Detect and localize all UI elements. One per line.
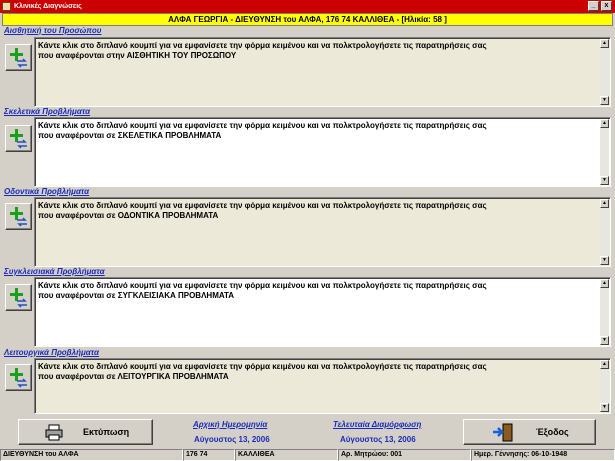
swap-arrows-icon (17, 217, 27, 227)
app-icon (2, 2, 11, 11)
swap-arrows-icon (17, 378, 27, 388)
notes-text: Κάντε κλικ στο διπλανό κουμπί για να εμφ… (38, 281, 487, 300)
notes-field-functional[interactable]: Κάντε κλικ στο διπλανό κουμπί για να εμφ… (34, 358, 611, 414)
initial-date-value: Αύγουστος 13, 2006 (194, 435, 270, 444)
status-registry-number: Αρ. Μητρώου: 001 (338, 449, 471, 461)
scroll-down-arrow-icon[interactable]: ▼ (600, 256, 609, 265)
window-title: Κλινικές Διαγνώσεις (14, 3, 82, 10)
printer-icon (45, 424, 63, 441)
scroll-down-arrow-icon[interactable]: ▼ (600, 176, 609, 185)
scroll-down-arrow-icon[interactable]: ▼ (600, 336, 609, 345)
notes-field-aesthetics[interactable]: Κάντε κλικ στο διπλανό κουμπί για να εμφ… (34, 37, 611, 107)
print-button-label: Εκτύπωση (83, 427, 130, 437)
add-note-button-aesthetics[interactable] (5, 44, 32, 71)
notes-field-dental[interactable]: Κάντε κλικ στο διπλανό κουμπί για να εμφ… (34, 197, 611, 267)
notes-text: Κάντε κλικ στο διπλανό κουμπί για να εμφ… (38, 121, 487, 140)
notes-field-occlusal[interactable]: Κάντε κλικ στο διπλανό κουμπί για να εμφ… (34, 277, 611, 347)
close-button[interactable]: x (601, 1, 612, 11)
scroll-up-arrow-icon[interactable]: ▲ (600, 360, 609, 369)
add-note-button-dental[interactable] (5, 203, 32, 230)
notes-text: Κάντε κλικ στο διπλανό κουμπί για να εμφ… (38, 41, 487, 60)
exit-button-label: Έξοδος (536, 427, 569, 437)
status-birth-date: Ημερ. Γέννησης: 06-10-1948 (471, 449, 615, 461)
patient-header: ΑΛΦΑ ΓΕΩΡΓΙΑ - ΔΙΕΥΘΥΝΣΗ του ΑΛΦΑ, 176 7… (2, 13, 613, 26)
vertical-scrollbar[interactable]: ▲ ▼ (600, 360, 609, 412)
exit-door-icon (493, 423, 513, 442)
vertical-scrollbar[interactable]: ▲ ▼ (600, 39, 609, 105)
exit-button[interactable]: Έξοδος (463, 419, 596, 445)
add-note-button-skeletal[interactable] (5, 125, 32, 152)
status-bar: ΔΙΕΥΘΥΝΣΗ του ΑΛΦΑ 176 74 ΚΑΛΛΙΘΕΑ Αρ. Μ… (0, 449, 615, 461)
status-postal-code: 176 74 (183, 449, 235, 461)
vertical-scrollbar[interactable]: ▲ ▼ (600, 119, 609, 185)
vertical-scrollbar[interactable]: ▲ ▼ (600, 279, 609, 345)
vertical-scrollbar[interactable]: ▲ ▼ (600, 199, 609, 265)
add-note-button-occlusal[interactable] (5, 284, 32, 311)
swap-arrows-icon (17, 58, 27, 68)
section-label-functional: Λειτουργικά Προβλήματα (4, 348, 99, 357)
scroll-up-arrow-icon[interactable]: ▲ (600, 39, 609, 48)
swap-arrows-icon (17, 139, 27, 149)
notes-text: Κάντε κλικ στο διπλανό κουμπί για να εμφ… (38, 362, 487, 381)
scroll-down-arrow-icon[interactable]: ▼ (600, 96, 609, 105)
notes-text: Κάντε κλικ στο διπλανό κουμπί για να εμφ… (38, 201, 487, 220)
scroll-down-arrow-icon[interactable]: ▼ (600, 403, 609, 412)
status-address: ΔΙΕΥΘΥΝΣΗ του ΑΛΦΑ (0, 449, 183, 461)
section-label-occlusal: Συγκλεισιακά Προβλήματα (4, 267, 105, 276)
add-note-button-functional[interactable] (5, 364, 32, 391)
print-button[interactable]: Εκτύπωση (18, 419, 153, 445)
section-label-dental: Οδοντικά Προβλήματα (4, 187, 90, 196)
notes-field-skeletal[interactable]: Κάντε κλικ στο διπλανό κουμπί για να εμφ… (34, 117, 611, 187)
scroll-up-arrow-icon[interactable]: ▲ (600, 119, 609, 128)
title-bar: Κλινικές Διαγνώσεις _ x (0, 0, 615, 13)
section-label-aesthetics: Αισθητική του Προσώπου (4, 26, 102, 35)
last-modified-title: Τελευταία Διαμόρφωση (333, 420, 422, 429)
initial-date-title: Αρχική Ημερομηνία (193, 420, 268, 429)
last-modified-value: Αύγουστος 13, 2006 (340, 435, 416, 444)
footer-toolbar: Εκτύπωση Αρχική Ημερομηνία Αύγουστος 13,… (0, 415, 615, 449)
minimize-button[interactable]: _ (588, 1, 599, 11)
section-label-skeletal: Σκελετικά Προβλήματα (4, 107, 91, 116)
scroll-up-arrow-icon[interactable]: ▲ (600, 199, 609, 208)
status-city: ΚΑΛΛΙΘΕΑ (235, 449, 338, 461)
swap-arrows-icon (17, 298, 27, 308)
scroll-up-arrow-icon[interactable]: ▲ (600, 279, 609, 288)
